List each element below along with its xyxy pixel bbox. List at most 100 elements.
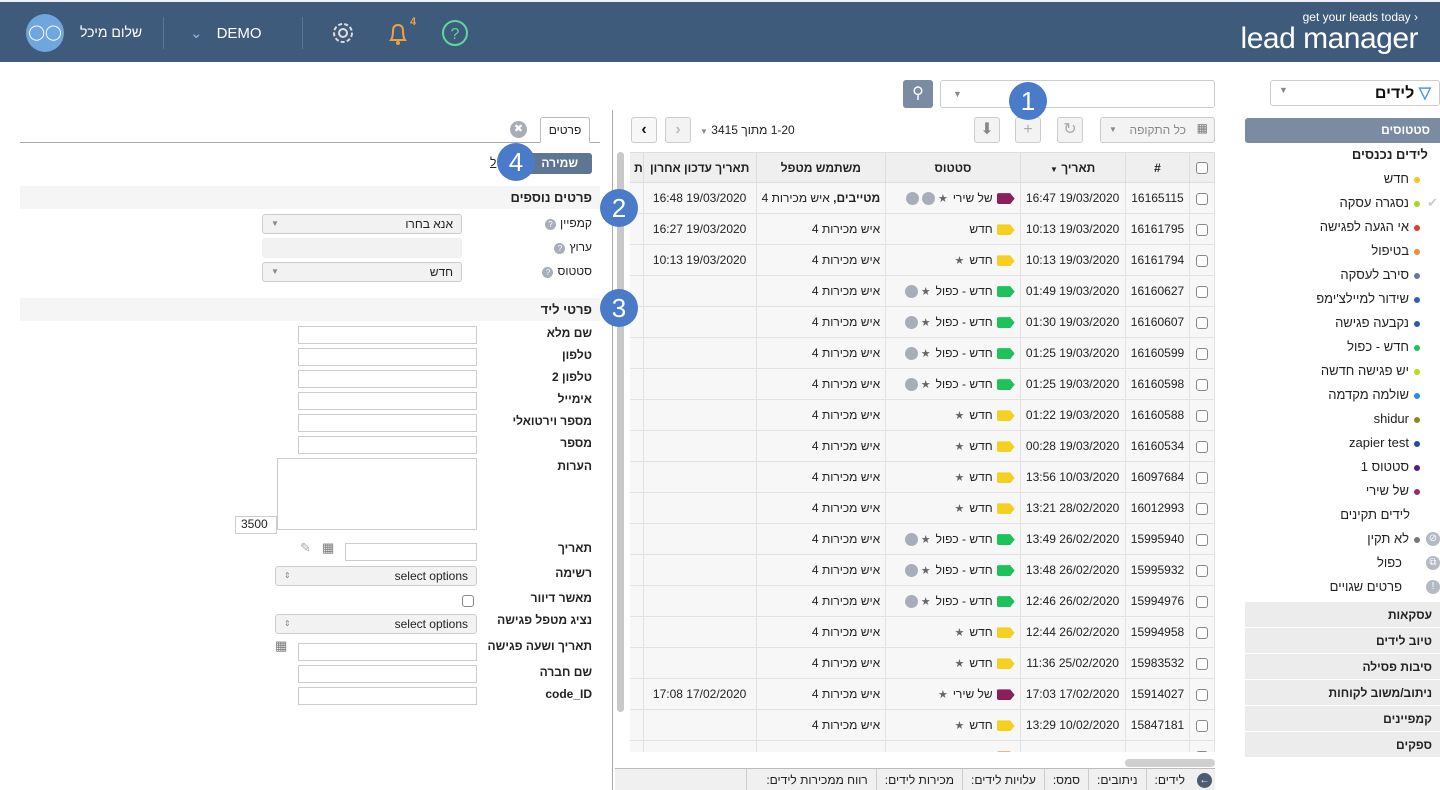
row-checkbox[interactable] (1196, 471, 1209, 484)
lead-field-input[interactable] (298, 414, 477, 432)
user-greeting[interactable]: שלום מיכל (80, 24, 142, 40)
duplicate-icon[interactable] (904, 285, 918, 299)
lead-status[interactable]: חדש ★ (885, 399, 1021, 431)
row-select-cell[interactable] (1189, 740, 1215, 752)
lead-id[interactable]: 16161794 (1124, 244, 1191, 276)
col-status[interactable]: סטטוס (885, 152, 1021, 183)
col-date[interactable]: תאריך ▼ (1019, 152, 1126, 183)
date-input[interactable] (345, 543, 477, 561)
row-select-cell[interactable] (1189, 244, 1215, 276)
search-button[interactable]: ⚲ (903, 80, 933, 108)
sidebar-invalid-item[interactable]: ⧉ כפול (1245, 551, 1440, 575)
period-select[interactable]: ▦ כל התקופה ▼ (1100, 117, 1215, 143)
row-select-cell[interactable] (1189, 182, 1215, 214)
code-id-input[interactable] (298, 687, 477, 705)
row-checkbox[interactable] (1196, 409, 1209, 422)
star-icon[interactable]: ★ (954, 720, 964, 732)
row-select-cell[interactable] (1189, 430, 1215, 462)
sidebar-section[interactable]: קמפיינים (1245, 706, 1440, 732)
add-lead-button[interactable]: + (1015, 117, 1041, 143)
help-icon[interactable]: ? (440, 18, 470, 48)
table-row[interactable]: 16160534 19/03/2020 00:28 חדש ★ איש מכירות 4 (630, 430, 1215, 462)
incoming-leads[interactable]: לידים נכנסים (1245, 143, 1440, 167)
table-row[interactable]: 15847181 10/02/2020 13:29 חדש ★ איש מכירות 4 (630, 709, 1215, 741)
list-multiselect[interactable]: select options ⇕ (275, 566, 477, 586)
row-checkbox[interactable] (1196, 688, 1209, 701)
sidebar-status-item[interactable]: סירב לעסקה (1245, 263, 1440, 287)
lead-type-filter[interactable]: ▽ לידים ▼ (1270, 80, 1440, 106)
lead-status[interactable]: חדש - כפול ★ (885, 306, 1021, 338)
duplicate-icon[interactable] (904, 595, 918, 609)
star-icon[interactable]: ★ (954, 441, 964, 453)
row-select-cell[interactable] (1189, 678, 1215, 710)
star-icon[interactable]: ★ (954, 472, 964, 484)
sidebar-status-item[interactable]: שידור למיילצ'ימפ (1245, 287, 1440, 311)
lead-field-input[interactable] (298, 370, 477, 388)
table-row[interactable]: 16165115 19/03/2020 16:47 של שירי ★ מטייבים,… (630, 182, 1215, 214)
row-checkbox[interactable] (1196, 285, 1209, 298)
row-checkbox[interactable] (1196, 378, 1209, 391)
lead-id[interactable]: 16160607 (1124, 306, 1191, 338)
table-row[interactable]: 15983532 25/02/2020 11:36 חדש ★ איש מכירות 4 (630, 647, 1215, 679)
lead-field-input[interactable] (298, 326, 477, 344)
star-icon[interactable]: ★ (921, 286, 931, 298)
star-icon[interactable]: ★ (954, 658, 964, 670)
help-icon[interactable]: ? (554, 243, 566, 254)
row-select-cell[interactable] (1189, 337, 1215, 369)
row-checkbox[interactable] (1196, 719, 1209, 732)
sidebar-section[interactable]: עסקאות (1245, 602, 1440, 628)
next-page-button[interactable]: › (665, 117, 691, 143)
sidebar-section[interactable]: סיבות פסילה (1245, 654, 1440, 680)
star-icon[interactable]: ★ (921, 379, 931, 391)
table-row[interactable]: 16160588 19/03/2020 01:22 חדש ★ איש מכירות 4 (630, 399, 1215, 431)
sidebar-status-item[interactable]: אי הגעה לפגישה (1245, 215, 1440, 239)
sidebar-status-item[interactable]: נסגרה עסקה ✔ (1245, 191, 1440, 215)
lead-id[interactable]: 16160588 (1124, 399, 1191, 431)
row-checkbox[interactable] (1196, 347, 1209, 360)
campaign-select[interactable]: אנא בחרו ▼ (262, 214, 462, 234)
lead-id[interactable]: 15995940 (1124, 523, 1191, 555)
sidebar-status-item[interactable]: סטטוס 1 (1245, 455, 1440, 479)
row-checkbox[interactable] (1196, 595, 1209, 608)
row-select-cell[interactable] (1189, 399, 1215, 431)
lead-status[interactable]: חדש ★ (885, 244, 1021, 276)
export-button[interactable]: ⬇ (974, 117, 1000, 143)
star-icon[interactable]: ★ (921, 348, 931, 360)
row-select-cell[interactable] (1189, 647, 1215, 679)
lead-status[interactable]: חדש - כפול ★ (885, 368, 1021, 400)
lead-status[interactable]: חדש (885, 213, 1021, 245)
calendar-icon[interactable]: ▦ (322, 540, 334, 556)
lead-id[interactable]: 16165115 (1124, 182, 1191, 214)
lead-field-input[interactable] (298, 436, 477, 454)
calendar-icon[interactable]: ▦ (275, 638, 287, 654)
row-select-cell[interactable] (1189, 616, 1215, 648)
valid-leads[interactable]: לידים תקינים (1245, 503, 1440, 527)
account-selector[interactable]: ⌄ DEMO (190, 24, 262, 42)
lead-status[interactable]: חדש - כפול ★ (885, 554, 1021, 586)
status-select[interactable]: חדש ▼ (262, 262, 462, 282)
lead-id[interactable]: 15994976 (1124, 585, 1191, 617)
star-icon[interactable]: ★ (921, 596, 931, 608)
star-icon[interactable]: ★ (938, 689, 948, 701)
lead-id[interactable]: 16160598 (1124, 368, 1191, 400)
duplicate-icon[interactable] (921, 192, 935, 206)
lead-id[interactable]: 15847181 (1124, 709, 1191, 741)
sidebar-status-item[interactable]: בטיפול (1245, 239, 1440, 263)
sidebar-section[interactable]: ספקים (1245, 732, 1440, 758)
meeting-rep-multiselect[interactable]: select options ⇕ (275, 614, 477, 634)
sidebar-status-item[interactable]: zapier test (1245, 431, 1440, 455)
star-icon[interactable]: ★ (954, 410, 964, 422)
lead-status[interactable]: חדש ★ (885, 647, 1021, 679)
duplicate-icon[interactable] (904, 316, 918, 330)
sidebar-section[interactable]: ניתוב/משוב לקוחות (1245, 680, 1440, 706)
star-icon[interactable]: ★ (954, 627, 964, 639)
lead-status[interactable]: חדש ★ (885, 461, 1021, 493)
row-checkbox[interactable] (1196, 750, 1209, 752)
mailing-consent-checkbox[interactable] (462, 595, 474, 607)
search-input[interactable]: ▼ (940, 80, 1215, 108)
vertical-scrollbar[interactable] (617, 152, 624, 712)
row-checkbox[interactable] (1196, 192, 1209, 205)
refresh-icon[interactable] (905, 192, 919, 206)
pagination-info[interactable]: 1-20 מתוך 3415 ▼ (700, 123, 795, 137)
select-all-checkbox[interactable] (1196, 162, 1209, 175)
